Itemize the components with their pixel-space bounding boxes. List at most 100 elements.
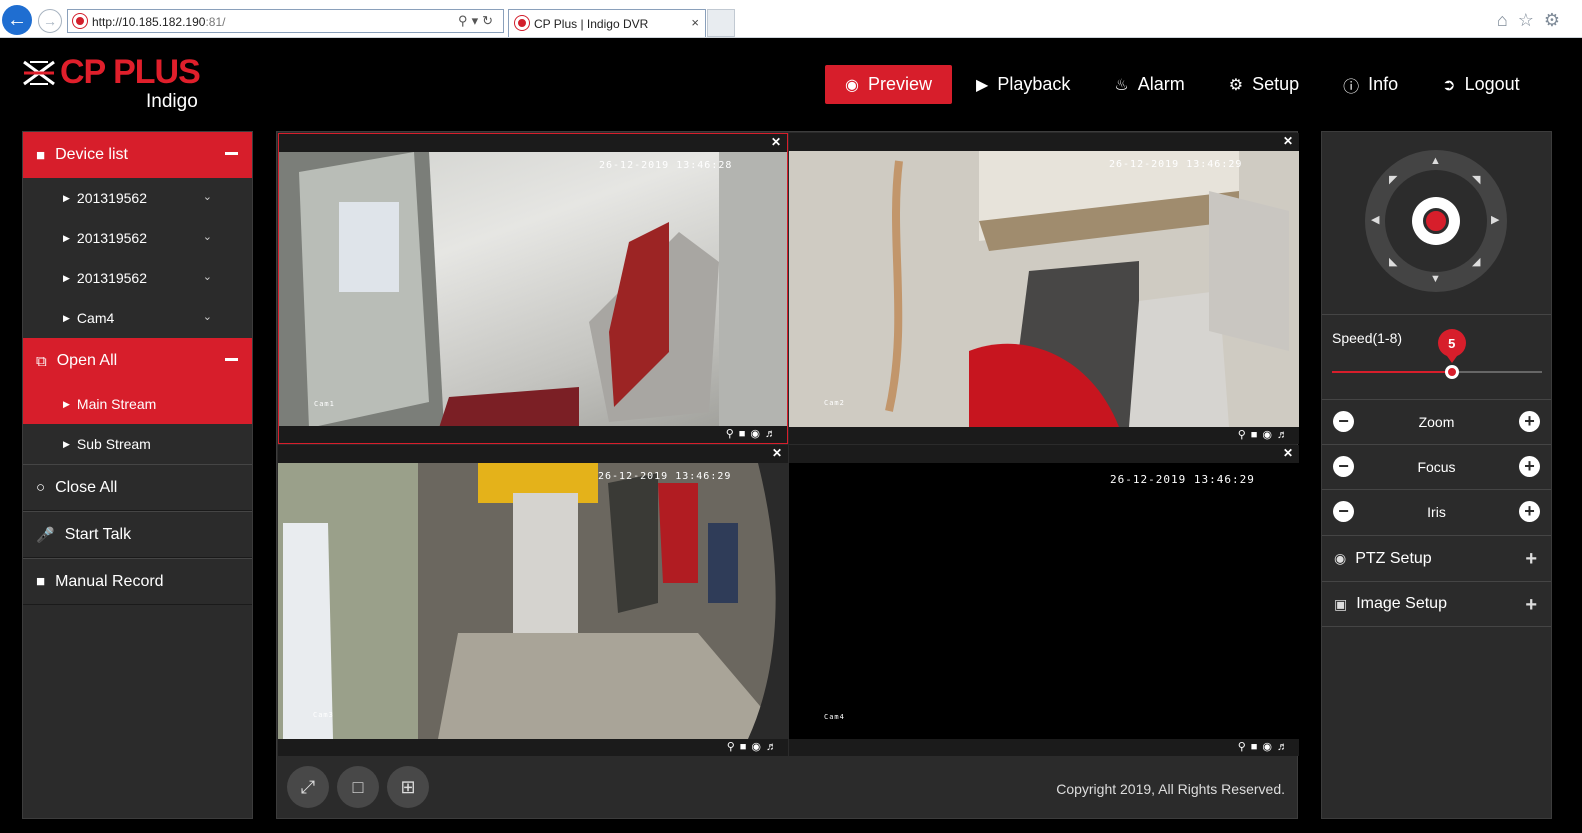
video-cell-3[interactable]: ✕ 26-12-2019 13:46:29 Cam3 ⚲■◉♬ [278,445,788,756]
bell-icon: ♨ [1114,76,1129,94]
arrow-down-right-icon[interactable]: ◢ [1472,255,1480,268]
nav-logout[interactable]: ➲ Logout [1442,65,1519,104]
cell-toolbar-icons[interactable]: ⚲■◉♬ [1238,740,1293,753]
back-arrow-icon[interactable]: ← [2,5,32,35]
caret-right-icon: ▶ [63,192,70,203]
close-icon[interactable]: ✕ [1283,134,1293,148]
open-all-header[interactable]: ⧉ Open All [23,338,252,384]
quad-view-icon[interactable]: ⊞ [387,766,429,808]
close-icon[interactable]: ✕ [772,446,782,460]
device-item[interactable]: ▶ 201319562 ⌄ [23,258,252,298]
ptz-direction-dial[interactable]: ▲ ▼ ◀ ▶ ◤ ◥ ◣ ◢ [1365,150,1507,292]
speed-label: Speed(1-8) [1332,330,1403,346]
caret-right-icon: ▶ [63,232,70,243]
address-search-refresh-icons[interactable]: ⚲▾↻ [458,13,497,29]
chevron-down-icon[interactable]: ⌄ [203,230,212,243]
arrow-right-icon[interactable]: ▶ [1491,213,1499,226]
chevron-down-icon[interactable]: ⌄ [203,310,212,323]
start-talk-button[interactable]: 🎤 Start Talk [23,511,252,558]
nav-setup[interactable]: ⚙ Setup [1229,65,1299,104]
browser-tab[interactable]: CP Plus | Indigo DVR × [508,9,706,37]
focus-control: Focus − + [1322,444,1551,489]
device-item[interactable]: ▶ Cam4 ⌄ [23,298,252,338]
caret-right-icon: ▶ [63,398,70,409]
nav-playback[interactable]: ▶ Playback [976,65,1070,104]
collapse-icon[interactable] [225,358,238,361]
close-all-button[interactable]: ○ Close All [23,464,252,511]
arrow-up-right-icon[interactable]: ◥ [1472,173,1480,186]
camera-feed-1[interactable]: 26-12-2019 13:46:28 Cam1 [279,152,787,426]
address-bar[interactable]: http://10.185.182.190:81/ ⚲▾↻ [67,9,504,33]
camera-scene-image [789,151,1299,427]
video-camera-icon: ■ [36,573,46,590]
speed-value-badge: 5 [1437,329,1466,363]
brand-product: Indigo [146,91,198,112]
ptz-setup-row[interactable]: ◉ PTZ Setup + [1322,535,1551,581]
site-favicon-icon [73,14,87,28]
device-item[interactable]: ▶ 201319562 ⌄ [23,178,252,218]
device-item[interactable]: ▶ 201319562 ⌄ [23,218,252,258]
cell-toolbar-icons[interactable]: ⚲■◉♬ [726,427,781,440]
speed-slider-fill [1332,371,1452,373]
manual-record-button[interactable]: ■ Manual Record [23,558,252,605]
copyright-text: Copyright 2019, All Rights Reserved. [1056,781,1285,797]
close-icon[interactable]: ✕ [771,135,781,149]
device-list-header[interactable]: ■ Device list [23,132,252,178]
iris-plus-icon[interactable]: + [1519,501,1540,522]
sub-stream-option[interactable]: ▶ Sub Stream [23,424,252,464]
layout-controls: ⤢ □ ⊞ [287,766,437,808]
camera-feed-3[interactable]: 26-12-2019 13:46:29 Cam3 [278,463,788,739]
video-cell-4[interactable]: ✕ 26-12-2019 13:46:29 Cam4 ⚲■◉♬ [789,445,1299,756]
arrow-down-left-icon[interactable]: ◣ [1389,255,1397,268]
main-stream-option[interactable]: ▶ Main Stream [23,384,252,424]
logo-mark-icon [23,60,55,86]
ptz-center-button[interactable] [1412,197,1460,245]
nav-preview[interactable]: ◉ Preview [825,65,952,104]
browser-toolbar: ← → http://10.185.182.190:81/ ⚲▾↻ CP Plu… [0,0,1582,38]
circle-icon: ○ [36,479,46,496]
address-url[interactable]: http://10.185.182.190:81/ [92,15,225,29]
zoom-label: Zoom [1418,414,1455,430]
zoom-out-icon[interactable]: − [1333,411,1354,432]
nav-alarm[interactable]: ♨ Alarm [1114,65,1184,104]
focus-minus-icon[interactable]: − [1333,456,1354,477]
device-sidebar: ■ Device list ▶ 201319562 ⌄ ▶ 201319562 ⌄ … [22,131,253,819]
close-icon[interactable]: ✕ [1283,446,1293,460]
logout-icon: ➲ [1442,76,1456,94]
iris-minus-icon[interactable]: − [1333,501,1354,522]
arrow-left-icon[interactable]: ◀ [1371,213,1379,226]
arrow-down-icon[interactable]: ▼ [1430,273,1441,285]
video-camera-icon: ■ [36,146,46,164]
focus-plus-icon[interactable]: + [1519,456,1540,477]
cell-toolbar-icons[interactable]: ⚲■◉♬ [1238,428,1293,441]
expand-plus-icon[interactable]: + [1525,594,1537,617]
new-tab-button[interactable] [707,9,735,37]
image-setup-row[interactable]: ▣ Image Setup + [1322,581,1551,627]
single-view-icon[interactable]: □ [337,766,379,808]
ptz-panel: ▲ ▼ ◀ ▶ ◤ ◥ ◣ ◢ Speed(1-8) 5 Zoom − + Fo… [1321,131,1552,819]
arrow-up-left-icon[interactable]: ◤ [1389,173,1397,186]
camera-feed-2[interactable]: 26-12-2019 13:46:29 Cam2 [789,151,1299,427]
chevron-down-icon[interactable]: ⌄ [203,190,212,203]
expand-plus-icon[interactable]: + [1525,548,1537,571]
speed-slider-thumb[interactable] [1444,365,1459,379]
chevron-down-icon[interactable]: ⌄ [203,270,212,283]
browser-home-star-icons[interactable]: ⌂☆⚙ [1497,10,1570,31]
speed-slider[interactable]: 5 [1332,329,1542,379]
gamepad-icon: ◉ [1334,550,1347,566]
image-icon: ▣ [1334,595,1348,612]
arrow-up-icon[interactable]: ▲ [1430,155,1441,167]
camera-feed-4[interactable]: 26-12-2019 13:46:29 Cam4 [789,463,1299,739]
collapse-icon[interactable] [225,152,238,155]
tab-close-icon[interactable]: × [691,15,699,30]
tab-title: CP Plus | Indigo DVR [534,17,649,31]
brand-name: CP PLUS [60,53,201,91]
video-cell-2[interactable]: ✕ 26-12-2019 13:46:29 Cam2 ⚲■◉♬ [789,133,1299,444]
video-cell-1[interactable]: ✕ 26-12-2019 13:46:28 Cam1 ⚲■◉♬ [278,133,788,444]
fullscreen-icon[interactable]: ⤢ [287,766,329,808]
cell-toolbar-icons[interactable]: ⚲■◉♬ [727,740,782,753]
caret-right-icon: ▶ [63,312,70,323]
zoom-in-icon[interactable]: + [1519,411,1540,432]
nav-info[interactable]: ⓘ Info [1343,65,1398,104]
forward-arrow-icon[interactable]: → [38,9,62,33]
